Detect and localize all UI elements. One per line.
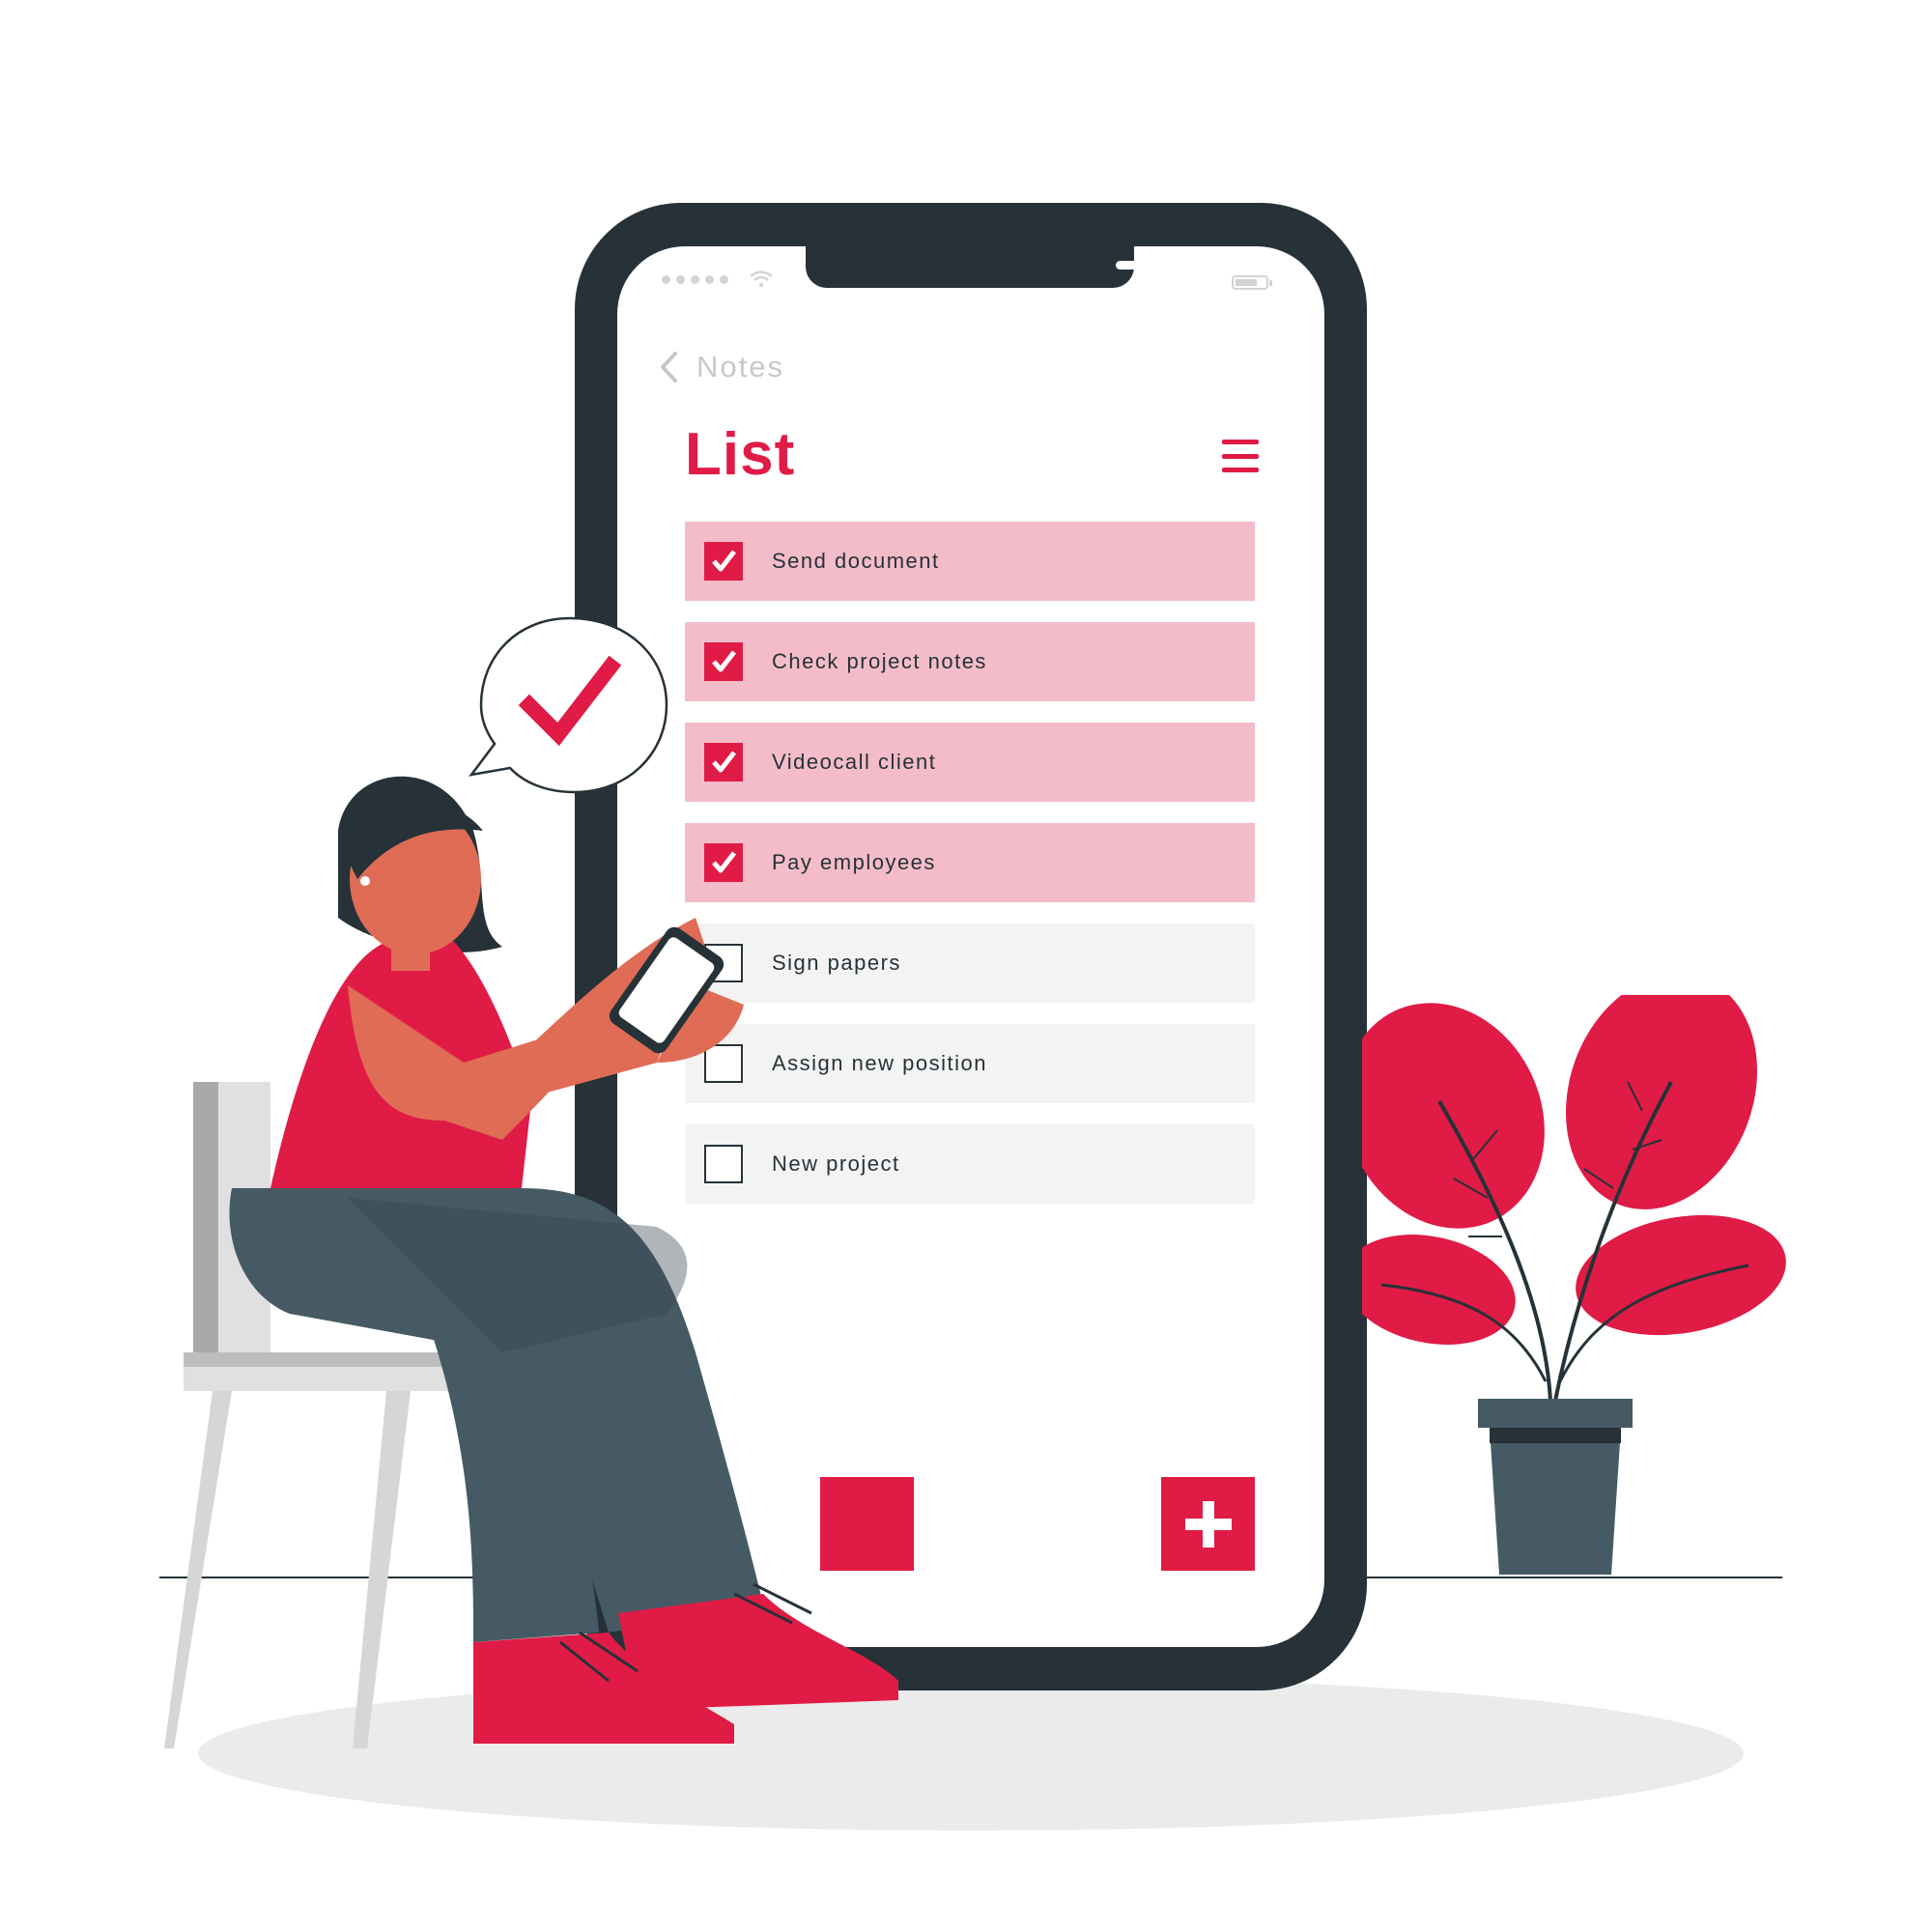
plus-icon bbox=[1184, 1500, 1232, 1548]
checkbox[interactable] bbox=[704, 542, 743, 581]
back-button[interactable]: Notes bbox=[658, 350, 784, 384]
add-item-button[interactable] bbox=[1161, 1477, 1255, 1571]
battery-icon bbox=[1232, 275, 1272, 290]
list-item-label: Send document bbox=[772, 549, 940, 573]
back-label: Notes bbox=[696, 350, 784, 384]
woman-using-phone-illustration bbox=[164, 776, 898, 1748]
page-title: List bbox=[685, 421, 796, 488]
check-icon bbox=[712, 550, 736, 572]
list-item-label: Check project notes bbox=[772, 649, 987, 673]
chevron-left-icon bbox=[661, 352, 677, 383]
list-item[interactable]: Check project notes bbox=[685, 622, 1255, 701]
checkbox[interactable] bbox=[704, 642, 743, 681]
wifi-icon bbox=[750, 270, 773, 288]
illustration-scene: Notes List Send document Check project no… bbox=[0, 0, 1932, 1932]
check-icon bbox=[712, 650, 736, 672]
phone-notch bbox=[806, 246, 1199, 288]
hamburger-menu-icon[interactable] bbox=[1222, 440, 1259, 472]
potted-plant-illustration bbox=[1362, 995, 1786, 1575]
list-item-label: Videocall client bbox=[772, 750, 937, 774]
speaker-grille bbox=[1116, 261, 1199, 270]
signal-dots-icon bbox=[662, 275, 728, 284]
list-item[interactable]: Send document bbox=[685, 522, 1255, 601]
